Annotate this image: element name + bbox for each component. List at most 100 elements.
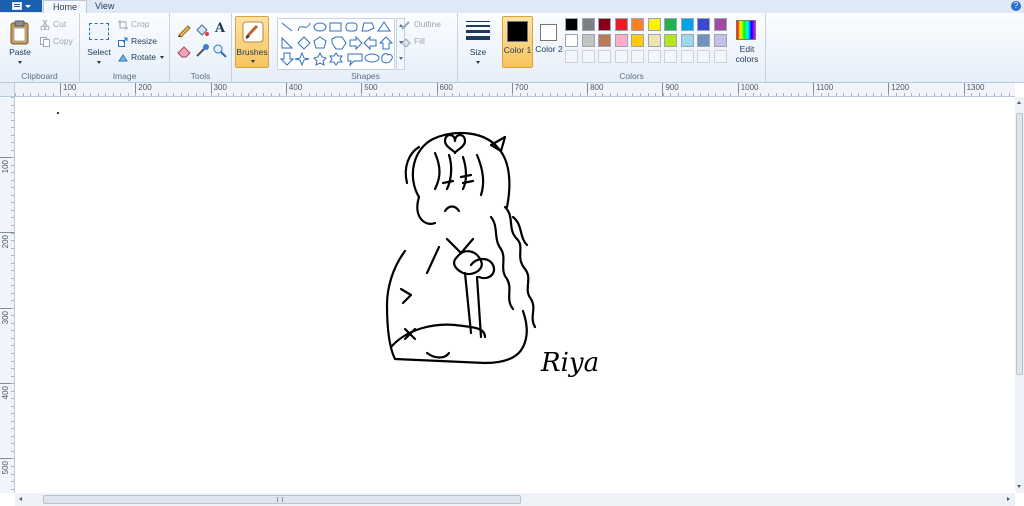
palette-swatch[interactable] <box>680 34 694 47</box>
custom-color-slot[interactable] <box>713 50 727 63</box>
scroll-left-icon[interactable] <box>19 497 22 501</box>
tab-view[interactable]: View <box>86 0 123 13</box>
paint-app-menu-button[interactable] <box>0 0 42 12</box>
palette-swatch[interactable] <box>631 34 644 47</box>
ruler-label: 1100 <box>816 83 834 92</box>
fill-icon <box>401 37 411 48</box>
ruler-minor-tick <box>263 93 265 96</box>
color1-swatch <box>507 21 528 42</box>
cut-button[interactable]: Cut <box>40 19 66 31</box>
ruler-minor-tick <box>609 93 611 96</box>
ruler-minor-tick <box>11 322 14 324</box>
girl-sketch <box>385 132 537 365</box>
rotate-button[interactable]: Rotate <box>118 52 165 63</box>
ruler-minor-tick <box>45 93 47 96</box>
diamond-shape-icon <box>297 36 311 50</box>
ruler-minor-tick <box>843 93 845 96</box>
select-label: Select <box>87 47 111 57</box>
palette-swatch[interactable] <box>598 34 611 47</box>
palette-swatch[interactable] <box>581 18 595 31</box>
ruler-minor-tick <box>11 164 14 166</box>
brushes-label: Brushes <box>236 47 268 57</box>
drawing-canvas[interactable]: Riya <box>15 97 1015 493</box>
edit-colors-button[interactable]: Edit colors <box>730 16 764 68</box>
custom-color-slot[interactable] <box>598 50 611 63</box>
palette-swatch[interactable] <box>647 18 661 31</box>
ruler-minor-tick <box>11 405 14 407</box>
ruler-corner <box>0 83 15 97</box>
palette-swatch[interactable] <box>614 34 628 47</box>
fill-bucket-icon[interactable] <box>194 22 210 38</box>
color1-button[interactable]: Color 1 <box>502 16 533 68</box>
fill-button[interactable]: Fill <box>401 36 425 48</box>
horizontal-scrollbar[interactable] <box>15 493 1015 506</box>
size-button[interactable]: Size <box>462 16 494 68</box>
palette-swatch[interactable] <box>614 18 628 31</box>
brushes-button[interactable]: Brushes <box>235 16 269 68</box>
custom-color-slot[interactable] <box>680 50 694 63</box>
copy-button[interactable]: Copy <box>40 36 73 47</box>
pencil-icon[interactable] <box>176 22 192 38</box>
palette-swatch[interactable] <box>565 18 578 31</box>
palette-swatch[interactable] <box>647 34 661 47</box>
palette-swatch[interactable] <box>565 34 578 47</box>
ruler-label: 900 <box>665 83 679 92</box>
custom-color-slot[interactable] <box>664 50 677 63</box>
palette-swatch[interactable] <box>581 34 595 47</box>
scroll-up-icon[interactable] <box>1017 101 1021 104</box>
eraser-icon[interactable] <box>176 43 192 59</box>
color-picker-icon[interactable] <box>194 43 210 59</box>
magnifier-icon[interactable] <box>212 43 228 59</box>
custom-color-slot[interactable] <box>631 50 644 63</box>
palette-swatch[interactable] <box>713 18 727 31</box>
ruler-minor-tick <box>11 420 14 422</box>
vertical-scrollbar[interactable] <box>1015 97 1024 493</box>
ruler-minor-tick <box>11 194 14 196</box>
palette-swatch[interactable] <box>680 18 694 31</box>
ruler-minor-tick <box>745 93 747 96</box>
palette-swatch[interactable] <box>664 18 677 31</box>
outline-button[interactable]: Outline <box>401 19 441 30</box>
ruler-minor-tick <box>11 330 14 332</box>
palette-swatch[interactable] <box>697 18 710 31</box>
ruler-minor-tick <box>316 93 318 96</box>
ruler-label: 1200 <box>891 83 910 92</box>
vertical-scroll-thumb[interactable] <box>1016 113 1023 375</box>
custom-color-slot[interactable] <box>565 50 578 63</box>
ruler-minor-tick <box>511 93 513 96</box>
palette-swatch[interactable] <box>598 18 611 31</box>
scroll-down-icon[interactable] <box>1017 485 1021 488</box>
rounded-rectangle-shape-icon <box>345 22 358 32</box>
color2-button[interactable]: Color 2 <box>535 16 563 68</box>
tab-home[interactable]: Home <box>43 0 88 14</box>
line-size-icon <box>466 21 490 40</box>
text-tool-icon[interactable]: A <box>213 21 227 37</box>
ruler-minor-tick <box>210 93 212 96</box>
crop-button[interactable]: Crop <box>118 19 149 30</box>
ruler-minor-tick <box>534 93 536 96</box>
ruler-minor-tick <box>564 93 566 96</box>
horizontal-scroll-thumb[interactable] <box>43 495 521 504</box>
palette-swatch[interactable] <box>713 34 727 47</box>
select-button[interactable]: Select <box>84 16 114 68</box>
ruler-label: 800 <box>590 83 604 92</box>
palette-swatch[interactable] <box>664 34 677 47</box>
outline-icon <box>401 20 411 30</box>
ruler-minor-tick <box>11 353 14 355</box>
ruler-minor-tick <box>346 93 348 96</box>
custom-color-slot[interactable] <box>614 50 628 63</box>
resize-button[interactable]: Resize <box>118 36 157 47</box>
ruler-minor-tick <box>933 93 935 96</box>
help-icon[interactable]: ? <box>1011 1 1021 11</box>
ruler-minor-tick <box>1001 93 1003 96</box>
scroll-right-icon[interactable] <box>1007 497 1010 501</box>
signature-text: Riya <box>540 348 599 378</box>
custom-color-slot[interactable] <box>697 50 710 63</box>
ribbon-tab-bar: Home View ? <box>0 0 1024 14</box>
custom-color-slot[interactable] <box>581 50 595 63</box>
palette-swatch[interactable] <box>697 34 710 47</box>
custom-color-slot[interactable] <box>647 50 661 63</box>
palette-swatch[interactable] <box>631 18 644 31</box>
paste-button[interactable]: Paste <box>6 16 34 68</box>
ruler-minor-tick <box>11 488 14 490</box>
